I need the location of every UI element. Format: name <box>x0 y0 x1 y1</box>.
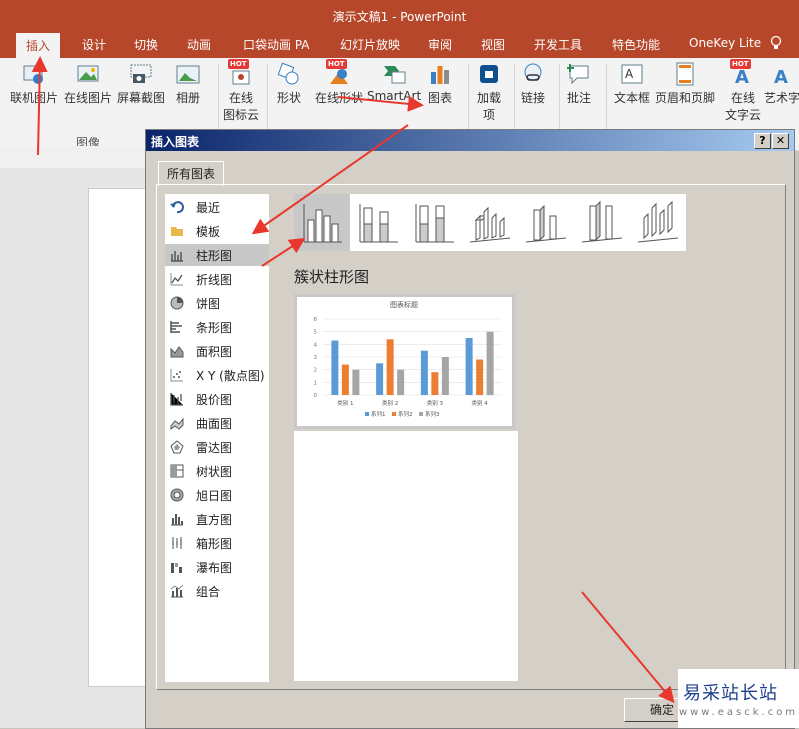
annotation-arrows <box>31 56 675 704</box>
arrow-to-chart-button <box>337 95 424 112</box>
arrow-to-column-category <box>251 124 409 235</box>
watermark: 易采站长站 www.easck.com <box>678 669 799 728</box>
arrow-to-ok-button <box>581 591 675 704</box>
arrow-to-clustered-column <box>261 237 306 267</box>
arrow-to-insert-tab <box>31 56 48 156</box>
watermark-title: 易采站长站 <box>683 683 778 704</box>
watermark-url: www.easck.com <box>678 707 799 718</box>
